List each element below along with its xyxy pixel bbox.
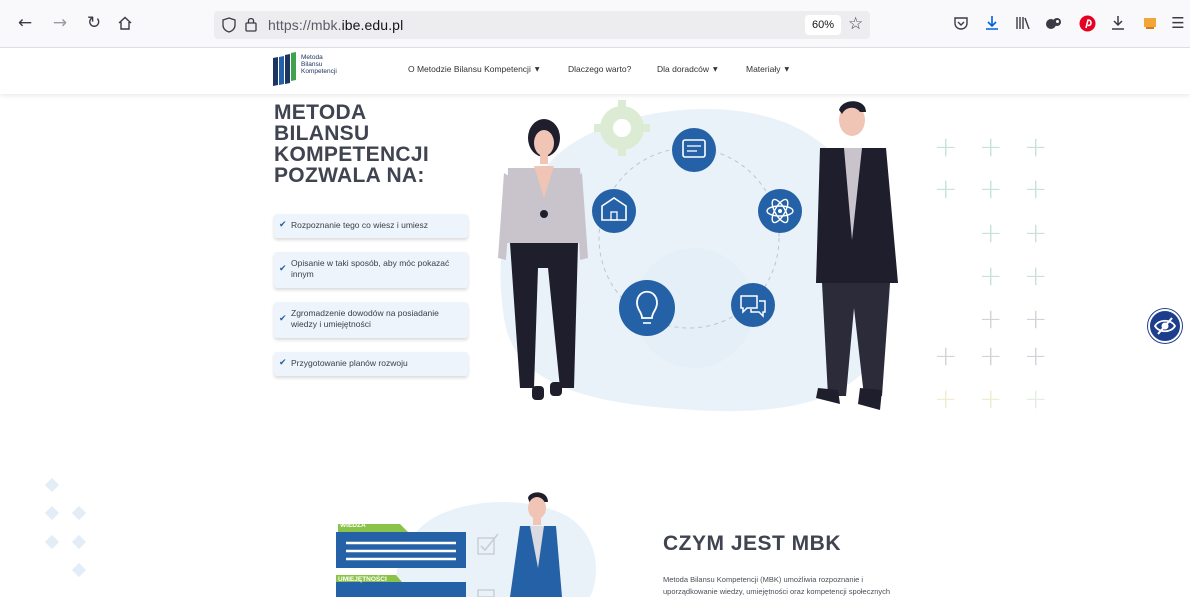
check-icon: ✔ xyxy=(279,220,287,230)
school-icon xyxy=(592,189,636,233)
hero-title-line: POZWALA NA: xyxy=(274,164,425,187)
plus-decoration-icon: + xyxy=(1024,339,1048,372)
check-icon: ✔ xyxy=(279,314,287,324)
browser-toolbar: ← → ↻ https://mbk.ibe.edu.pl 60% ☆ ☰ xyxy=(0,0,1190,48)
description-line: Metoda Bilansu Kompetencji (MBK) umożliw… xyxy=(663,575,864,584)
caret-down-icon: ▼ xyxy=(784,65,790,73)
download-arrow-icon[interactable] xyxy=(1108,13,1128,33)
home-icon[interactable] xyxy=(114,12,136,34)
eye-slash-icon xyxy=(1154,317,1176,335)
plus-decoration-icon: + xyxy=(1024,172,1048,205)
site-header: Metoda Bilansu Kompetencji O Metodzie Bi… xyxy=(0,48,1190,94)
forward-icon[interactable]: → xyxy=(49,12,71,34)
address-bar[interactable]: https://mbk.ibe.edu.pl 60% ☆ xyxy=(214,11,870,39)
pinterest-icon[interactable] xyxy=(1077,13,1097,33)
benefit-text: Rozpoznanie tego co wiesz i umiesz xyxy=(291,220,429,230)
extension-icon[interactable] xyxy=(1044,13,1064,33)
plus-decoration-icon: + xyxy=(1024,216,1048,249)
nav-label: Materiały xyxy=(746,64,781,74)
plus-decoration-icon: + xyxy=(979,259,1003,292)
plus-decoration-icon: + xyxy=(934,172,958,205)
addon-icon[interactable] xyxy=(1140,13,1160,33)
plus-decoration-icon: + xyxy=(979,302,1003,335)
plus-decoration-icon: + xyxy=(979,130,1003,163)
section-title: CZYM JEST MBK xyxy=(663,532,842,555)
nav-label: O Metodzie Bilansu Kompetencji xyxy=(408,64,531,74)
plus-decoration-icon: + xyxy=(934,339,958,372)
card-label-umiejetnosci: UMIEJĘTNOŚCI xyxy=(338,576,387,583)
back-icon[interactable]: ← xyxy=(14,12,36,34)
tracking-shield-icon[interactable] xyxy=(222,17,236,33)
diamond-decoration xyxy=(71,505,87,521)
card-label-wiedza: WIEDZA xyxy=(340,522,366,529)
benefit-item: ✔ Zgromadzenie dowodów na posiadanie wie… xyxy=(274,302,468,338)
url-text: https://mbk.ibe.edu.pl xyxy=(268,17,404,33)
nav-item-materialy[interactable]: Materiały ▼ xyxy=(746,64,789,74)
diamond-decoration xyxy=(44,534,60,550)
lightbulb-icon xyxy=(619,280,675,336)
plus-decoration-icon: + xyxy=(979,382,1003,415)
plus-decoration-icon: + xyxy=(979,216,1003,249)
logo-line: Metoda xyxy=(301,54,323,61)
plus-decoration-icon: + xyxy=(1024,382,1048,415)
logo-line: Kompetencji xyxy=(301,68,337,75)
hero-title-line: KOMPETENCJI xyxy=(274,143,429,166)
section-description: Metoda Bilansu Kompetencji (MBK) umożliw… xyxy=(663,574,933,598)
diamond-decoration xyxy=(71,562,87,578)
plus-decoration-icon: + xyxy=(934,382,958,415)
benefit-item: ✔ Rozpoznanie tego co wiesz i umiesz xyxy=(274,214,468,238)
nav-label: Dla doradców xyxy=(657,64,709,74)
accessibility-button[interactable] xyxy=(1148,309,1182,343)
nav-item-o-metodzie[interactable]: O Metodzie Bilansu Kompetencji ▼ xyxy=(408,64,539,74)
hero-title: METODA BILANSU KOMPETENCJI POZWALA NA: xyxy=(274,102,474,186)
benefit-item: ✔ Przygotowanie planów rozwoju xyxy=(274,352,468,376)
library-icon[interactable] xyxy=(1013,13,1033,33)
check-icon: ✔ xyxy=(279,358,287,368)
caret-down-icon: ▼ xyxy=(712,65,718,73)
nav-item-dla-doradcow[interactable]: Dla doradców ▼ xyxy=(657,64,718,74)
nav-label: Dlaczego warto? xyxy=(568,64,632,74)
plus-decoration-icon: + xyxy=(979,339,1003,372)
zoom-indicator[interactable]: 60% xyxy=(805,15,841,35)
plus-decoration-icon: + xyxy=(1024,130,1048,163)
lock-icon[interactable] xyxy=(244,16,258,33)
downloads-icon[interactable] xyxy=(982,13,1002,33)
plus-decoration-icon: + xyxy=(1024,302,1048,335)
menu-icon[interactable]: ☰ xyxy=(1168,13,1188,33)
diamond-decoration xyxy=(44,477,60,493)
pocket-icon[interactable] xyxy=(951,13,971,33)
logo-icon[interactable] xyxy=(273,52,297,86)
plus-decoration-icon: + xyxy=(1024,259,1048,292)
atom-icon xyxy=(758,189,802,233)
nav-item-dlaczego-warto[interactable]: Dlaczego warto? xyxy=(568,64,631,74)
bookmark-star-icon[interactable]: ☆ xyxy=(848,14,863,34)
chat-icon xyxy=(731,283,775,327)
logo-line: Bilansu xyxy=(301,61,323,68)
hero-title-line: BILANSU xyxy=(274,122,370,145)
certificate-icon xyxy=(672,128,716,172)
hero-title-line: METODA xyxy=(274,101,367,124)
benefit-text: Przygotowanie planów rozwoju xyxy=(291,358,408,368)
benefit-text: Zgromadzenie dowodów na posiadanie wiedz… xyxy=(291,308,439,329)
description-line: uporządkowanie wiedzy, umiejętności oraz… xyxy=(663,587,891,596)
benefit-text: Opisanie w taki sposób, aby móc pokazać … xyxy=(291,258,450,279)
reload-icon[interactable]: ↻ xyxy=(83,12,105,34)
caret-down-icon: ▼ xyxy=(534,65,540,73)
check-icon: ✔ xyxy=(279,264,287,274)
plus-decoration-icon: + xyxy=(934,130,958,163)
plus-decoration-icon: + xyxy=(979,172,1003,205)
diamond-decoration xyxy=(71,534,87,550)
hero-illustration xyxy=(498,100,898,412)
benefit-item: ✔ Opisanie w taki sposób, aby móc pokaza… xyxy=(274,252,468,288)
logo-text[interactable]: Metoda Bilansu Kompetencji xyxy=(301,54,337,75)
diamond-decoration xyxy=(44,505,60,521)
